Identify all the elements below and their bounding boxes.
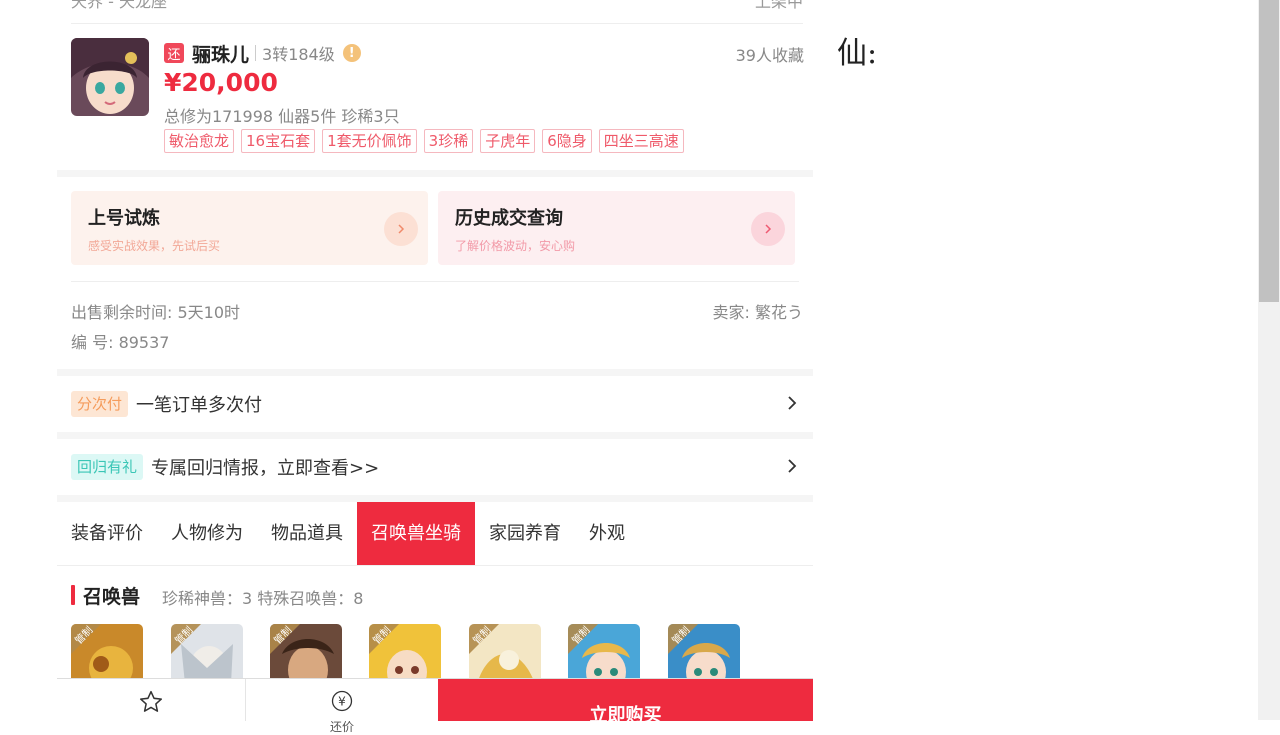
- character-level: 3转184级: [262, 45, 335, 64]
- bargain-label: 还价: [329, 720, 354, 734]
- bottom-action-bar: ¥ 还价 立即购买: [57, 678, 813, 734]
- name-row: 还 骊珠儿 3转184级 !: [164, 40, 361, 66]
- name-separator: [255, 45, 257, 61]
- seller-name[interactable]: 卖家: 繁花う: [713, 299, 803, 323]
- star-icon: [138, 689, 164, 721]
- trial-card[interactable]: 上号试炼 感受实战效果，先试后买: [71, 191, 428, 265]
- installment-text: 一笔订单多次付: [136, 395, 263, 416]
- warning-icon[interactable]: !: [342, 44, 361, 62]
- tag: 6隐身: [542, 129, 592, 153]
- trial-subtitle: 感受实战效果，先试后买: [88, 239, 221, 253]
- chevron-right-icon[interactable]: [384, 212, 418, 246]
- tab-homestead[interactable]: 家园养育: [475, 502, 575, 565]
- tab-appearance[interactable]: 外观: [575, 502, 639, 565]
- tab-equipment[interactable]: 装备评价: [57, 502, 157, 565]
- tab-cultivation[interactable]: 人物修为: [157, 502, 257, 565]
- tag: 四坐三高速: [598, 129, 684, 153]
- return-badge: 还: [164, 43, 184, 63]
- installment-badge: 分次付: [71, 391, 129, 417]
- product-card: 还 骊珠儿 3转184级 ! 39人收藏 ¥20,000 总修为171998 仙…: [57, 24, 813, 170]
- section-meta: 珍稀神兽：3 特殊召唤兽：8: [162, 589, 364, 608]
- action-section: 上号试炼 感受实战效果，先试后买 历史成交查询 了解价格波动，安心购 出售剩余时…: [57, 177, 813, 369]
- history-subtitle: 了解价格波动，安心购: [455, 239, 576, 253]
- scrollbar-thumb[interactable]: [1259, 0, 1279, 302]
- tag: 子虎年: [480, 129, 536, 153]
- detail-tabs: 装备评价 人物修为 物品道具 召唤兽坐骑 家园养育 外观: [57, 502, 813, 566]
- return-gift-badge: 回归有礼: [71, 454, 144, 480]
- tag: 敏治愈龙: [164, 129, 235, 153]
- price: ¥20,000: [164, 68, 278, 97]
- favorite-button[interactable]: [57, 679, 246, 721]
- side-heading: 仙:: [837, 36, 878, 71]
- header-strip: 天界 - 天龙座 上架中: [57, 0, 813, 24]
- history-card[interactable]: 历史成交查询 了解价格波动，安心购: [438, 191, 795, 265]
- yuan-coin-icon: ¥: [331, 690, 353, 716]
- remaining-time: 出售剩余时间: 5天10时: [71, 303, 241, 322]
- history-title: 历史成交查询: [455, 208, 563, 229]
- bargain-button[interactable]: ¥ 还价: [246, 679, 438, 734]
- section-marker: [71, 585, 75, 605]
- tab-pets-mounts[interactable]: 召唤兽坐骑: [357, 502, 475, 565]
- svg-text:¥: ¥: [338, 695, 346, 709]
- chevron-right-icon[interactable]: [781, 392, 803, 414]
- header-left-text: 天界 - 天龙座: [71, 0, 167, 11]
- trial-title: 上号试炼: [88, 208, 160, 229]
- section-title: 召唤兽: [83, 586, 141, 608]
- character-avatar[interactable]: [71, 38, 149, 116]
- tag: 1套无价佩饰: [322, 129, 417, 153]
- return-gift-row[interactable]: 回归有礼 专属回归情报，立即查看>>: [57, 439, 813, 495]
- chevron-right-icon[interactable]: [751, 212, 785, 246]
- buy-now-button[interactable]: 立即购买: [438, 679, 813, 721]
- serial-number: 编 号: 89537: [71, 333, 170, 352]
- return-gift-text: 专属回归情报，立即查看>>: [151, 458, 380, 479]
- tag: 3珍稀: [423, 129, 474, 153]
- character-stats: 总修为171998 仙器5件 珍稀3只: [164, 107, 400, 126]
- status-text: 上架中: [754, 0, 803, 11]
- tab-items[interactable]: 物品道具: [257, 502, 357, 565]
- tag-list: 敏治愈龙 16宝石套 1套无价佩饰 3珍稀 子虎年 6隐身 四坐三高速: [164, 129, 684, 153]
- installment-row[interactable]: 分次付 一笔订单多次付: [57, 376, 813, 432]
- character-name: 骊珠儿: [192, 43, 250, 66]
- chevron-right-icon[interactable]: [781, 455, 803, 477]
- divider: [71, 281, 799, 282]
- product-page: 天界 - 天龙座 上架中 还 骊珠儿 3转184级 ! 39人收藏 ¥20,00…: [57, 0, 813, 720]
- tag: 16宝石套: [241, 129, 316, 153]
- favorites-count: 39人收藏: [735, 46, 804, 65]
